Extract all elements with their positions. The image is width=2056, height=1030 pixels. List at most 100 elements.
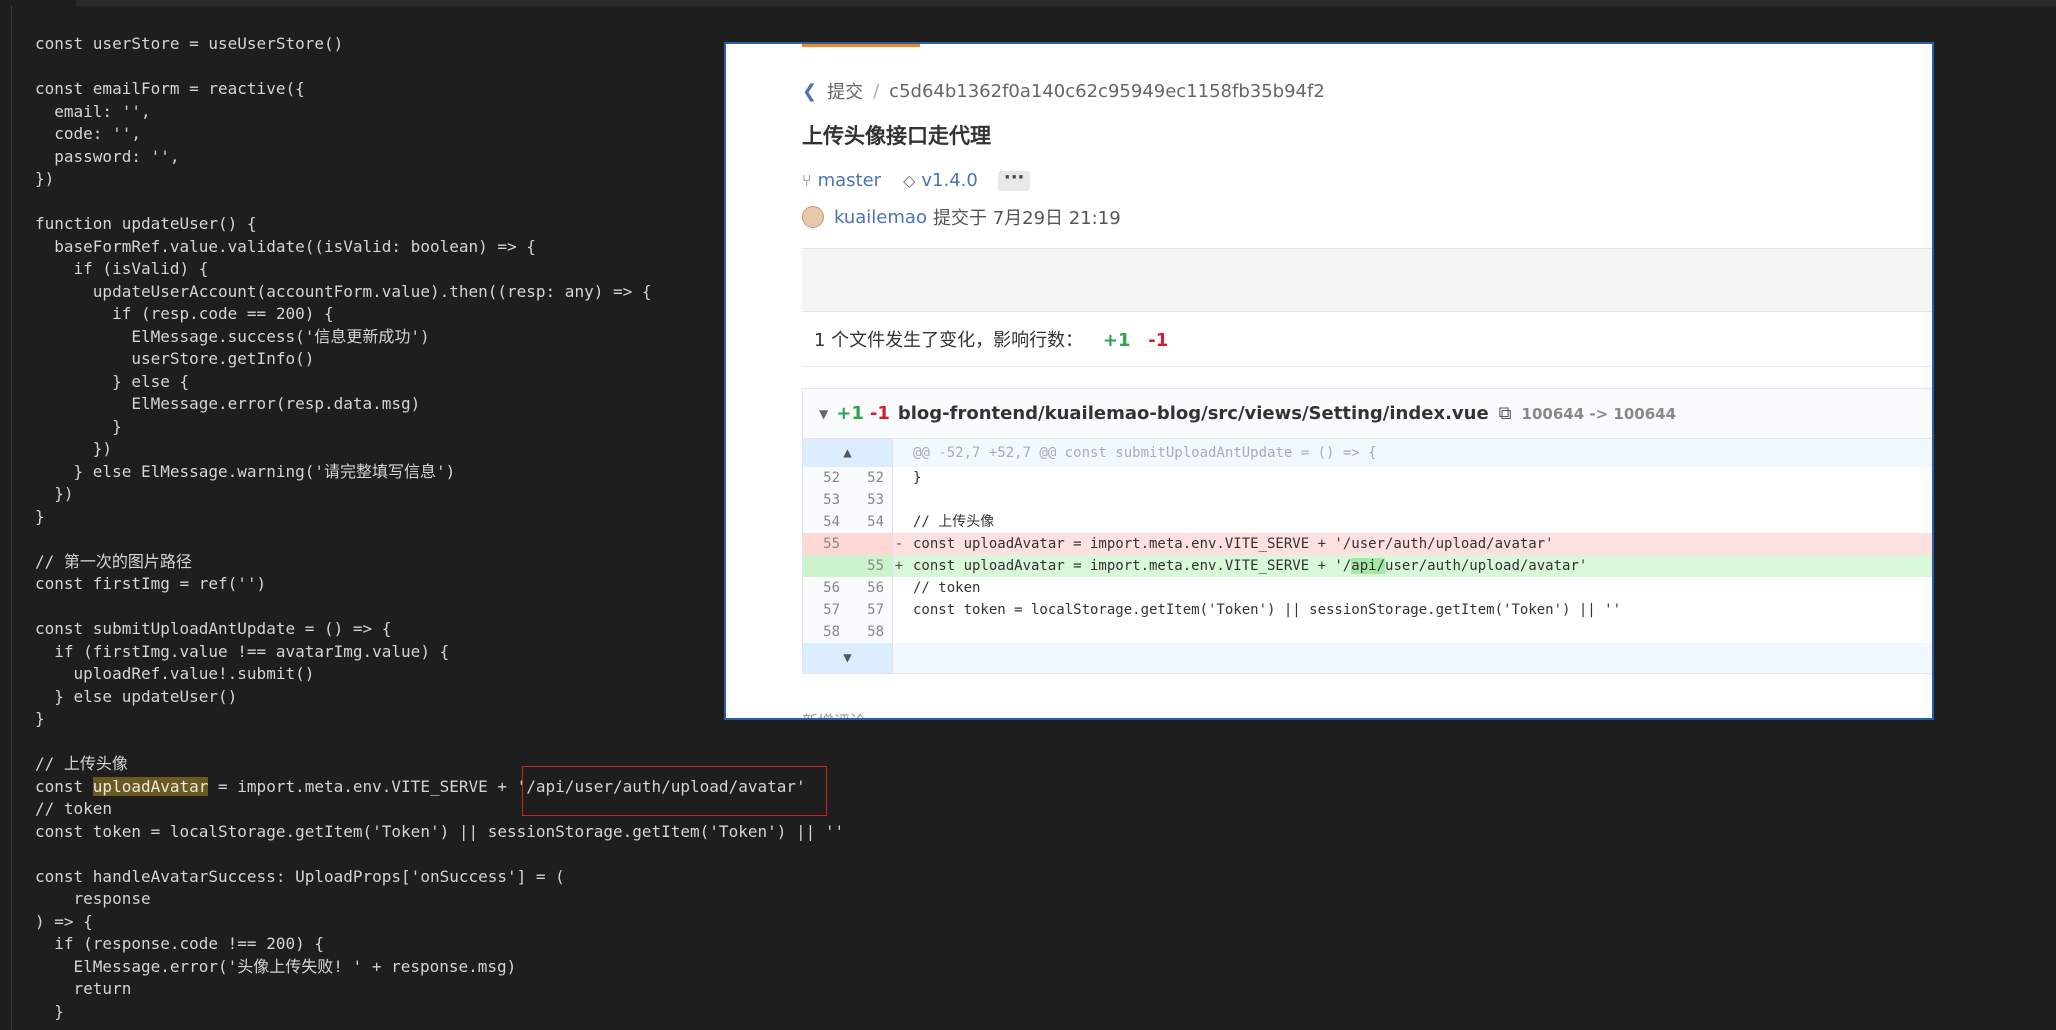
avatar[interactable] xyxy=(802,206,824,228)
old-line-number: 58 xyxy=(803,621,848,643)
diff-line-content xyxy=(905,489,1932,511)
summary-deletions: -1 xyxy=(1148,330,1169,351)
diff-row: 52 52} xyxy=(803,467,1932,489)
diff-changed-text: api/ xyxy=(1351,558,1386,574)
diff-sign xyxy=(893,511,905,533)
file-additions: +1 xyxy=(836,403,864,424)
branch-icon: ⑂ xyxy=(802,171,812,190)
new-line-number xyxy=(848,533,893,555)
diff-row: 54 54 // 上传头像 xyxy=(803,511,1932,533)
diff-row: 58 58 xyxy=(803,621,1932,643)
copy-icon[interactable]: ⧉ xyxy=(1499,403,1512,424)
expand-up-icon[interactable]: ▲ xyxy=(803,439,893,467)
change-summary: 1 个文件发生了变化，影响行数： +1 -1 xyxy=(814,326,1168,352)
old-line-number: 56 xyxy=(803,577,848,599)
diff-row: 53 53 xyxy=(803,489,1932,511)
breadcrumb-commits-link[interactable]: 提交 xyxy=(827,78,863,104)
collapse-triangle-icon[interactable]: ▼ xyxy=(819,407,828,421)
code-line: ElMessage.error(resp.data.msg) xyxy=(35,394,421,413)
expand-down-icon[interactable]: ▼ xyxy=(803,643,893,673)
old-line-number: 54 xyxy=(803,511,848,533)
tag-link[interactable]: v1.4.0 xyxy=(921,170,977,191)
commit-hash: c5d64b1362f0a140c62c95949ec1158fb35b94f2 xyxy=(889,80,1325,102)
new-line-number: 52 xyxy=(848,467,893,489)
code-line: ) => { xyxy=(35,911,93,931)
summary-text: 1 个文件发生了变化，影响行数： xyxy=(814,330,1084,351)
code-line: if (firstImg.value !== avatarImg.value) … xyxy=(35,641,450,661)
code-line: const userStore = useUserStore() xyxy=(35,34,344,53)
code-line: if (isValid) { xyxy=(35,259,209,278)
file-path[interactable]: blog-frontend/kuailemao-blog/src/views/S… xyxy=(898,403,1489,424)
code-line: baseFormRef.value.validate((isValid: boo… xyxy=(35,236,536,256)
file-mode: 100644 -> 100644 xyxy=(1521,404,1677,423)
code-line: } xyxy=(35,709,45,728)
code-line: if (response.code !== 200) { xyxy=(35,934,324,953)
code-line: email: '', xyxy=(35,101,151,121)
hunk-header-row: ▲ @@ -52,7 +52,7 @@ const submitUploadAn… xyxy=(803,439,1932,467)
diff-table: ▲ @@ -52,7 +52,7 @@ const submitUploadAn… xyxy=(802,438,1932,674)
new-line-number: 55 xyxy=(848,555,893,577)
hunk-footer-row: ▼ xyxy=(803,643,1932,673)
diff-sign: - xyxy=(894,536,904,552)
diff-line-content: } xyxy=(913,470,922,486)
code-line: password: '', xyxy=(35,146,180,166)
diff-sign xyxy=(893,621,905,643)
more-button[interactable]: ··· xyxy=(997,168,1031,191)
old-line-number: 52 xyxy=(803,467,848,489)
diff-line-content: const uploadAvatar = import.meta.env.VIT… xyxy=(905,555,1932,577)
file-header[interactable]: ▼ +1 -1 blog-frontend/kuailemao-blog/src… xyxy=(802,388,1932,438)
chevron-left-icon[interactable]: ❮ xyxy=(802,81,817,102)
diff-row: 55 - const uploadAvatar = import.meta.env.… xyxy=(803,533,1932,555)
diff-line-content: // token xyxy=(913,580,981,596)
code-line: }) xyxy=(35,484,74,503)
code-line: } else { xyxy=(35,371,190,391)
code-line: // 第一次的图片路径 xyxy=(35,551,192,571)
old-line-number xyxy=(803,555,848,577)
code-line: const handleAvatarSuccess: UploadProps['… xyxy=(35,866,565,886)
branch-link[interactable]: master xyxy=(818,170,881,191)
add-comment-link[interactable]: 新增评论 xyxy=(802,708,866,718)
diff-sign: + xyxy=(894,558,904,574)
new-line-number: 54 xyxy=(848,511,893,533)
code-line: } xyxy=(35,1001,64,1021)
diff-sign xyxy=(893,489,905,511)
old-line-number: 53 xyxy=(803,489,848,511)
diff-line-content xyxy=(905,621,1932,643)
code-line: if (resp.code == 200) { xyxy=(35,304,334,323)
breadcrumb: ❮ 提交 / c5d64b1362f0a140c62c95949ec1158fb… xyxy=(802,78,1325,104)
code-line: function updateUser() { xyxy=(35,214,257,233)
commit-meta: ⑂ master ◇ v1.4.0 ··· xyxy=(802,168,1031,191)
diff-row: 55 + const uploadAvatar = import.meta.env.… xyxy=(803,555,1932,577)
code-line: } else ElMessage.warning('请完整填写信息') xyxy=(35,461,456,481)
divider xyxy=(802,366,1932,367)
diff-sign xyxy=(893,577,905,599)
code-line: ElMessage.success('信息更新成功') xyxy=(35,326,430,346)
author-link[interactable]: kuailemao xyxy=(834,207,927,228)
tag-icon: ◇ xyxy=(903,171,916,190)
code-line: } else updateUser() xyxy=(35,686,238,706)
diff-row: 57 57 const token = localStorage.getItem('… xyxy=(803,599,1932,621)
commit-title: 上传头像接口走代理 xyxy=(802,124,991,148)
indent-guide xyxy=(11,6,12,1030)
code-line: }) xyxy=(35,169,55,188)
code-line: code: '', xyxy=(35,124,141,143)
new-line-number: 53 xyxy=(848,489,893,511)
new-line-number: 57 xyxy=(848,599,893,621)
highlight-annotation-box xyxy=(522,766,827,816)
code-line: const emailForm = reactive({ xyxy=(35,79,305,98)
code-line: }) xyxy=(35,439,113,458)
commit-author-row: kuailemao 提交于 7月29日 21:19 xyxy=(802,204,1121,230)
file-deletions: -1 xyxy=(869,403,890,424)
code-lines: const userStore = useUserStore() const em… xyxy=(35,33,844,1023)
code-line: response xyxy=(35,889,151,908)
commit-screenshot-panel: ❮ 提交 / c5d64b1362f0a140c62c95949ec1158fb… xyxy=(724,42,1934,720)
breadcrumb-separator: / xyxy=(873,80,880,102)
summary-additions: +1 xyxy=(1102,330,1131,351)
old-line-number: 57 xyxy=(803,599,848,621)
diff-line-content: const token = localStorage.getItem('Toke… xyxy=(913,602,1622,618)
